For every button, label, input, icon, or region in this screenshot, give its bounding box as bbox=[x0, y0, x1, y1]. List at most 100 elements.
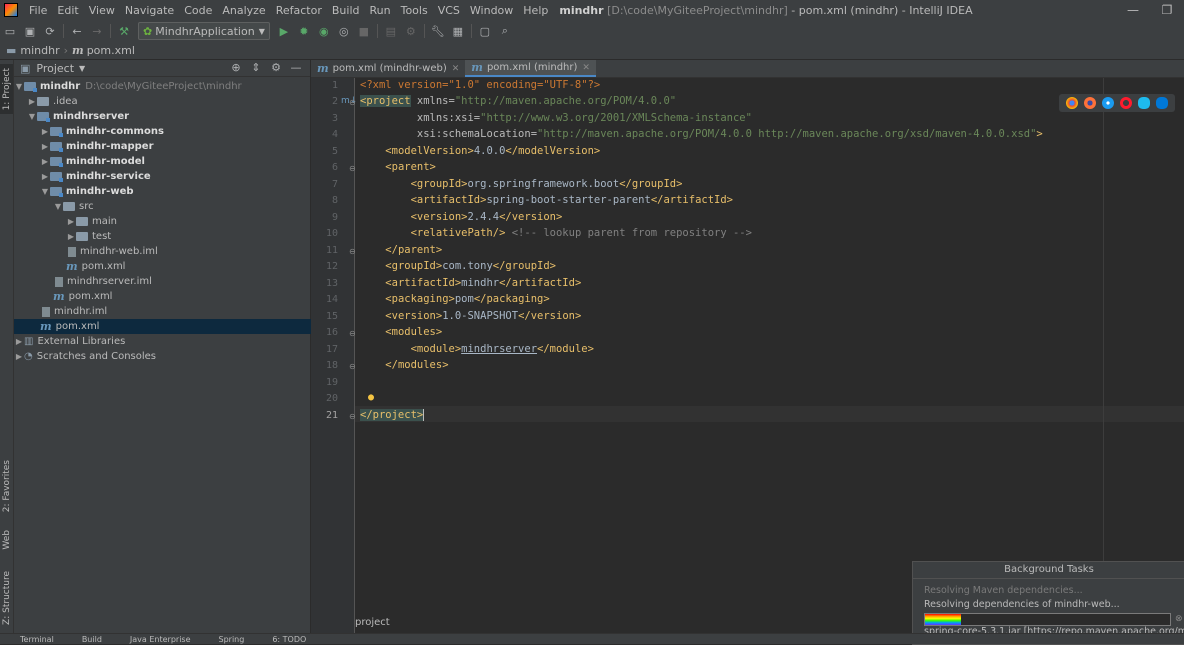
run-icon[interactable]: ▶ bbox=[275, 22, 293, 40]
collapse-arrow-icon[interactable]: ▶ bbox=[66, 232, 76, 241]
locate-icon[interactable]: ⊕ bbox=[226, 60, 246, 76]
code-line-18[interactable]: </modules> bbox=[360, 359, 448, 371]
collapse-arrow-icon[interactable]: ▶ bbox=[14, 337, 24, 346]
code-line-1[interactable]: <?xml version="1.0" encoding="UTF-8"?> bbox=[360, 79, 600, 91]
open-folder-icon[interactable]: ▭ bbox=[1, 22, 19, 40]
tree-item-scratches[interactable]: ▶ ◔ Scratches and Consoles bbox=[14, 349, 310, 364]
menu-run[interactable]: Run bbox=[365, 4, 396, 17]
project-view-selector[interactable]: Project bbox=[36, 62, 74, 75]
expand-arrow-icon[interactable]: ▼ bbox=[53, 202, 63, 211]
code-line-16[interactable]: <modules> bbox=[360, 326, 442, 338]
code-line-5[interactable]: <modelVersion>4.0.0</modelVersion> bbox=[360, 145, 600, 157]
favorites-tool-tab[interactable]: 2: Favorites bbox=[0, 456, 13, 516]
ie-icon[interactable] bbox=[1138, 97, 1150, 109]
run-configuration-select[interactable]: ✿ MindhrApplication ▼ bbox=[138, 22, 270, 40]
opera-icon[interactable] bbox=[1120, 97, 1132, 109]
stop-icon[interactable]: ■ bbox=[355, 22, 373, 40]
tree-item-mindhrserver-iml[interactable]: mindhrserver.iml bbox=[14, 274, 349, 289]
forward-icon[interactable]: → bbox=[88, 22, 106, 40]
cancel-task-icon[interactable]: ⊗ bbox=[1175, 614, 1183, 624]
close-icon[interactable]: ✕ bbox=[452, 64, 460, 74]
menu-navigate[interactable]: Navigate bbox=[120, 4, 179, 17]
menu-vcs[interactable]: VCS bbox=[433, 4, 465, 17]
chrome-icon[interactable] bbox=[1066, 97, 1078, 109]
tree-item-pom-web[interactable]: m pom.xml bbox=[14, 259, 362, 274]
tree-item-pom-root[interactable]: m pom.xml bbox=[14, 319, 336, 334]
gear-icon[interactable]: ⚙ bbox=[266, 60, 286, 76]
code-line-8[interactable]: <artifactId>spring-boot-starter-parent</… bbox=[360, 194, 733, 206]
code-line-9[interactable]: <version>2.4.4</version> bbox=[360, 211, 563, 223]
maximize-icon[interactable]: ❐ bbox=[1150, 0, 1184, 20]
code-line-3[interactable]: xmlns:xsi="http://www.w3.org/2001/XMLSch… bbox=[360, 112, 752, 124]
menu-refactor[interactable]: Refactor bbox=[271, 4, 327, 17]
collapse-arrow-icon[interactable]: ▶ bbox=[66, 217, 76, 226]
firefox-icon[interactable] bbox=[1084, 97, 1096, 109]
expand-arrow-icon[interactable]: ▼ bbox=[14, 82, 24, 91]
build-tool-tab[interactable]: Build bbox=[82, 635, 102, 644]
tree-item-mindhr-service[interactable]: ▶ mindhr-service bbox=[14, 169, 310, 184]
tab-pom-mindhr[interactable]: m pom.xml (mindhr) ✕ bbox=[465, 60, 596, 77]
tab-pom-mindhr-web[interactable]: m pom.xml (mindhr-web) ✕ bbox=[311, 60, 465, 77]
edge-icon[interactable] bbox=[1156, 97, 1168, 109]
breadcrumb-file[interactable]: pom.xml bbox=[87, 44, 135, 57]
expand-arrow-icon[interactable]: ▼ bbox=[40, 187, 50, 196]
menu-window[interactable]: Window bbox=[465, 4, 518, 17]
code-line-17[interactable]: <module>mindhrserver</module> bbox=[360, 343, 594, 355]
tree-item-mindhr[interactable]: ▼ mindhr D:\code\MyGiteeProject\mindhr bbox=[14, 79, 310, 94]
collapse-arrow-icon[interactable]: ▶ bbox=[40, 142, 50, 151]
tree-item-mindhr-web-iml[interactable]: mindhr-web.iml bbox=[14, 244, 362, 259]
xml-text[interactable]: mindhrserver bbox=[461, 343, 537, 355]
lightbulb-icon[interactable]: ● bbox=[368, 392, 374, 403]
code-line-14[interactable]: <packaging>pom</packaging> bbox=[360, 293, 549, 305]
code-line-10[interactable]: <relativePath/> <!-- lookup parent from … bbox=[360, 227, 752, 239]
tree-item-idea[interactable]: ▶ .idea bbox=[14, 94, 310, 109]
structure-tool-tab[interactable]: Z: Structure bbox=[0, 568, 13, 628]
java-enterprise-tool-tab[interactable]: Java Enterprise bbox=[130, 635, 191, 644]
project-structure-icon[interactable]: ▦ bbox=[449, 22, 467, 40]
collapse-arrow-icon[interactable]: ▶ bbox=[14, 352, 24, 361]
code-line-12[interactable]: <groupId>com.tony</groupId> bbox=[360, 260, 556, 272]
code-line-15[interactable]: <version>1.0-SNAPSHOT</version> bbox=[360, 310, 581, 322]
menu-view[interactable]: View bbox=[84, 4, 120, 17]
todo-tool-tab[interactable]: 6: TODO bbox=[272, 635, 306, 644]
safari-icon[interactable] bbox=[1102, 97, 1114, 109]
project-tool-tab[interactable]: 1: Project bbox=[0, 64, 13, 114]
tree-item-test[interactable]: ▶ test bbox=[14, 229, 310, 244]
minimize-icon[interactable]: — bbox=[1116, 0, 1150, 20]
code-line-13[interactable]: <artifactId>mindhr</artifactId> bbox=[360, 277, 581, 289]
menu-build[interactable]: Build bbox=[327, 4, 365, 17]
tree-item-src[interactable]: ▼ src bbox=[14, 199, 310, 214]
tree-item-mindhr-web[interactable]: ▼ mindhr-web bbox=[14, 184, 310, 199]
tree-item-mindhr-commons[interactable]: ▶ mindhr-commons bbox=[14, 124, 310, 139]
tree-item-pom-server[interactable]: m pom.xml bbox=[14, 289, 349, 304]
menu-help[interactable]: Help bbox=[518, 4, 553, 17]
tree-item-mindhr-model[interactable]: ▶ mindhr-model bbox=[14, 154, 310, 169]
debug-icon[interactable]: ✹ bbox=[295, 22, 313, 40]
tree-item-mindhrserver[interactable]: ▼ mindhrserver bbox=[14, 109, 310, 124]
attach-icon[interactable]: ▤ bbox=[382, 22, 400, 40]
close-icon[interactable]: ✕ bbox=[582, 63, 590, 73]
collapse-arrow-icon[interactable]: ▶ bbox=[40, 157, 50, 166]
breadcrumb-project[interactable]: mindhr bbox=[20, 44, 59, 57]
fold-marker-icon[interactable]: ⊖ bbox=[349, 98, 356, 107]
tree-item-main[interactable]: ▶ main bbox=[14, 214, 310, 229]
expand-arrow-icon[interactable]: ▼ bbox=[27, 112, 37, 121]
menu-edit[interactable]: Edit bbox=[52, 4, 83, 17]
menu-tools[interactable]: Tools bbox=[396, 4, 433, 17]
fold-marker-icon[interactable]: ⊖ bbox=[349, 412, 356, 421]
menu-analyze[interactable]: Analyze bbox=[217, 4, 270, 17]
terminal-tool-tab[interactable]: Terminal bbox=[20, 635, 54, 644]
menu-file[interactable]: File bbox=[24, 4, 52, 17]
web-tool-tab[interactable]: Web bbox=[0, 522, 13, 558]
collapse-arrow-icon[interactable]: ▶ bbox=[40, 127, 50, 136]
collapse-all-icon[interactable]: ⇕ bbox=[246, 60, 266, 76]
coverage-icon[interactable]: ◉ bbox=[315, 22, 333, 40]
tree-item-mindhr-mapper[interactable]: ▶ mindhr-mapper bbox=[14, 139, 310, 154]
build-hammer-icon[interactable]: ⚒ bbox=[115, 22, 133, 40]
hide-icon[interactable]: — bbox=[286, 60, 306, 76]
profile-icon[interactable]: ◎ bbox=[335, 22, 353, 40]
tree-item-external-libraries[interactable]: ▶ ▥ External Libraries bbox=[14, 334, 310, 349]
collapse-arrow-icon[interactable]: ▶ bbox=[27, 97, 37, 106]
code-line-7[interactable]: <groupId>org.springframework.boot</group… bbox=[360, 178, 683, 190]
presentation-icon[interactable]: ▢ bbox=[476, 22, 494, 40]
